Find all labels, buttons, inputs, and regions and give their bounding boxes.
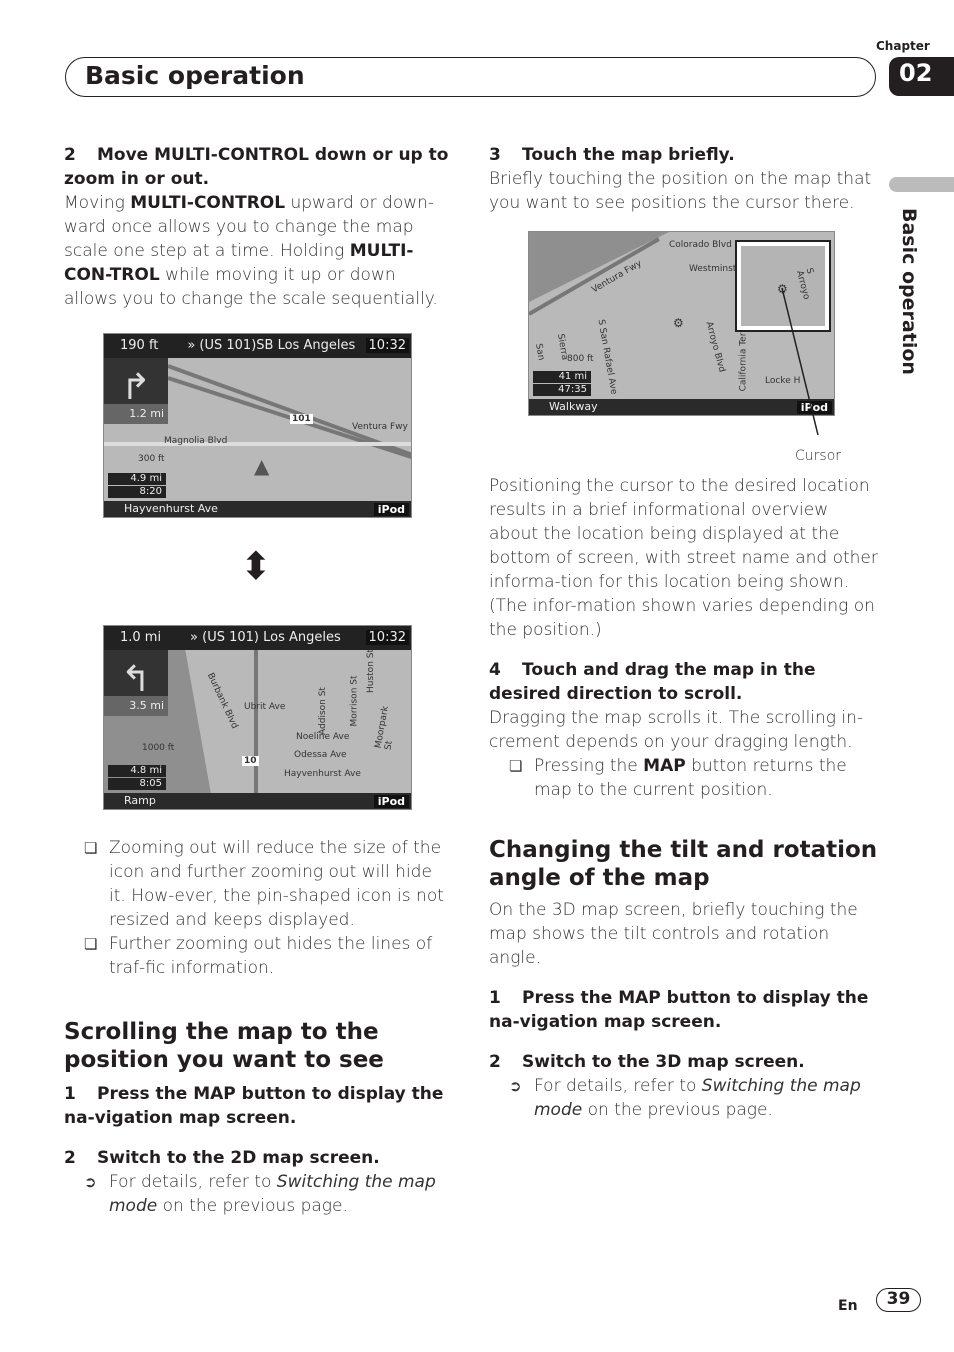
language-label: En bbox=[838, 1298, 858, 1314]
zoom-up-down-arrow-icon: ⬍ bbox=[240, 544, 272, 588]
ipod-button: iPod bbox=[373, 503, 409, 516]
side-tab-label: Basic operation bbox=[898, 208, 920, 375]
clock: 10:32 bbox=[365, 338, 409, 353]
checkbox-bullet-icon: ❏ bbox=[509, 757, 523, 775]
page-title: Basic operation bbox=[85, 61, 305, 90]
section-heading: Changing the tilt and rotation angle of … bbox=[489, 837, 878, 891]
checkbox-bullet-icon: ❏ bbox=[84, 935, 98, 953]
cursor-icon: ⚙ bbox=[673, 316, 684, 330]
right-column-lower: Positioning the cursor to the desired lo… bbox=[489, 476, 878, 1120]
step-heading: 2 Move MULTI-CONTROL down or up to zoom i… bbox=[64, 145, 449, 189]
right-column: 3 Touch the map briefly. Briefly touching… bbox=[489, 145, 872, 213]
map-screenshot-zoomed-in: 190 ft » (US 101)SB Los Angeles 10:32 ↱ … bbox=[103, 333, 412, 518]
reference-note: ➲ For details, refer to Switching the map… bbox=[84, 1172, 436, 1216]
note-item: ❏ Zooming out will reduce the size of the… bbox=[84, 838, 444, 930]
chapter-number: 02 bbox=[889, 57, 954, 96]
left-column-lower: ❏ Zooming out will reduce the size of the… bbox=[64, 836, 452, 1218]
checkbox-bullet-icon: ❏ bbox=[84, 839, 98, 857]
section-heading: Scrolling the map to the position you wa… bbox=[64, 1019, 384, 1073]
note-item: ❏ Further zooming out hides the lines of … bbox=[84, 934, 433, 978]
chapter-label: Chapter bbox=[876, 39, 930, 53]
page-number: 39 bbox=[876, 1288, 921, 1312]
side-tab-bar bbox=[889, 177, 954, 192]
cursor-leader-line bbox=[781, 287, 819, 436]
section-header: Basic operation bbox=[65, 57, 876, 97]
arrow-bullet-icon: ➲ bbox=[509, 1077, 522, 1095]
cursor-label: Cursor bbox=[795, 448, 842, 464]
vehicle-position-icon: ▲ bbox=[254, 454, 270, 478]
step-body: Moving MULTI-CONTROL upward or down-ward… bbox=[64, 193, 438, 309]
arrow-bullet-icon: ➲ bbox=[84, 1173, 97, 1191]
left-column: 2 Move MULTI-CONTROL down or up to zoom i… bbox=[64, 143, 452, 311]
map-screenshot-zoomed-out: 1.0 mi » (US 101) Los Angeles 10:32 ↰ 3.… bbox=[103, 625, 412, 810]
